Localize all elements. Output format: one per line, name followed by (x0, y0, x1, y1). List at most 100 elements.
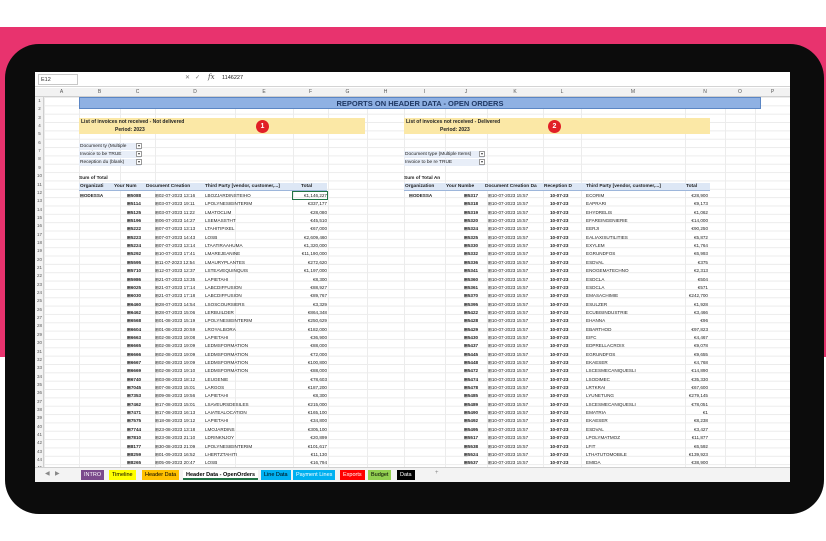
number-cell[interactable]: ⊞5489 (464, 402, 478, 408)
column-header[interactable]: D (155, 89, 235, 95)
row-header[interactable]: 28 (35, 323, 44, 328)
number-cell[interactable]: ⊞5428 (464, 318, 478, 324)
right-header-reception[interactable]: Reception D (544, 184, 572, 189)
number-cell[interactable]: ⊞5360 (464, 277, 478, 283)
row-header[interactable]: 34 (35, 374, 44, 379)
row-header[interactable]: 3 (35, 115, 44, 120)
number-cell[interactable]: ⊞7045 (127, 385, 141, 391)
number-cell[interactable]: ⊞8265 (127, 460, 141, 466)
number-cell[interactable]: ⊞6663 (127, 335, 141, 341)
number-cell[interactable]: ⊞5317 (464, 193, 478, 199)
number-cell[interactable]: ⊞5332 (464, 251, 478, 257)
number-cell[interactable]: ⊞5492 (464, 418, 478, 424)
row-header[interactable]: 42 (35, 440, 44, 445)
number-cell[interactable]: ⊞5710 (127, 268, 141, 274)
number-cell[interactable]: ⊞5595 (127, 260, 141, 266)
number-cell[interactable]: ⊞5448 (464, 360, 478, 366)
sheet-tab[interactable]: Header Data (142, 470, 180, 480)
number-cell[interactable]: ⊞6740 (127, 377, 141, 383)
left-header-org[interactable]: Organizati (80, 184, 103, 189)
number-cell[interactable]: ⊞5319 (464, 210, 478, 216)
next-sheet-icon[interactable]: ▶ (55, 470, 60, 477)
row-header[interactable]: 21 (35, 265, 44, 270)
row-header[interactable]: 37 (35, 399, 44, 404)
number-cell[interactable]: ⊞7744 (127, 427, 141, 433)
filter-dropdown-icon[interactable]: ▾ (136, 159, 142, 165)
column-header[interactable]: B (79, 89, 120, 95)
filter-dropdown-icon[interactable]: ▾ (136, 143, 142, 149)
number-cell[interactable]: ⊞5437 (464, 343, 478, 349)
number-cell[interactable]: ⊞5524 (464, 452, 478, 458)
column-header[interactable]: J (445, 89, 487, 95)
number-cell[interactable]: ⊞5325 (464, 235, 478, 241)
number-cell[interactable]: ⊞5196 (127, 218, 141, 224)
add-sheet-icon[interactable]: + (435, 470, 439, 476)
row-header[interactable]: 14 (35, 207, 44, 212)
number-cell[interactable]: ⊞5125 (127, 210, 141, 216)
number-cell[interactable]: ⊞5292 (127, 251, 141, 257)
number-cell[interactable]: ⊞5336 (464, 260, 478, 266)
right-header-total[interactable]: Total (686, 184, 697, 189)
row-header[interactable]: 6 (35, 140, 44, 145)
row-header[interactable]: 30 (35, 340, 44, 345)
number-cell[interactable]: ⊞6667 (127, 360, 141, 366)
row-header[interactable]: 43 (35, 449, 44, 454)
row-header[interactable]: 36 (35, 390, 44, 395)
number-cell[interactable]: ⊞5478 (464, 385, 478, 391)
number-cell[interactable]: ⊞8259 (127, 452, 141, 458)
number-cell[interactable]: ⊞6460 (127, 302, 141, 308)
row-header[interactable]: 44 (35, 457, 44, 462)
number-cell[interactable]: ⊞6030 (127, 293, 141, 299)
number-cell[interactable]: ⊞5222 (127, 226, 141, 232)
row-header[interactable]: 40 (35, 424, 44, 429)
right-header-party[interactable]: Third Party [vendor, customer,...] (586, 184, 661, 189)
column-header[interactable]: I (404, 89, 445, 95)
row-header[interactable]: 23 (35, 282, 44, 287)
number-cell[interactable]: ⊞5324 (464, 226, 478, 232)
column-header[interactable]: H (367, 89, 404, 95)
number-cell[interactable]: ⊞5422 (464, 310, 478, 316)
number-cell[interactable]: ⊞6666 (127, 352, 141, 358)
cancel-icon[interactable]: ✕ (185, 74, 190, 81)
row-header[interactable]: 20 (35, 257, 44, 262)
sheet-tab[interactable]: Timeline (109, 470, 136, 480)
number-cell[interactable]: ⊞6665 (127, 343, 141, 349)
column-header[interactable]: M (581, 89, 685, 95)
number-cell[interactable]: ⊞5495 (464, 427, 478, 433)
row-header[interactable]: 19 (35, 248, 44, 253)
right-header-date[interactable]: Document Creation Da (485, 184, 537, 189)
name-box[interactable]: E12 (38, 74, 78, 85)
sheet-tab[interactable]: INTRO (81, 470, 105, 480)
number-cell[interactable]: ⊞5537 (464, 460, 478, 466)
column-header[interactable]: E (235, 89, 293, 95)
number-cell[interactable]: ⊞5361 (464, 285, 478, 291)
sheet-tab[interactable]: Line Data (261, 470, 291, 480)
row-header[interactable]: 4 (35, 123, 44, 128)
number-cell[interactable]: ⊞7810 (127, 435, 141, 441)
row-header[interactable]: 39 (35, 415, 44, 420)
row-header[interactable]: 35 (35, 382, 44, 387)
left-header-date[interactable]: Document Creation (146, 184, 190, 189)
number-cell[interactable]: ⊞5538 (464, 444, 478, 450)
row-header[interactable]: 8 (35, 156, 44, 161)
right-header-org[interactable]: Organization (405, 184, 434, 189)
number-cell[interactable]: ⊞7462 (127, 402, 141, 408)
column-header[interactable]: N (685, 89, 725, 95)
number-cell[interactable]: ⊞5320 (464, 218, 478, 224)
number-cell[interactable]: ⊞5114 (127, 201, 141, 207)
prev-sheet-icon[interactable]: ◀ (45, 470, 50, 477)
row-header[interactable]: 17 (35, 232, 44, 237)
number-cell[interactable]: ⊞5341 (464, 268, 478, 274)
column-header[interactable]: P (755, 89, 790, 95)
left-header-total[interactable]: Total (301, 184, 312, 189)
function-icon[interactable]: fx (208, 73, 215, 81)
row-header[interactable]: 38 (35, 407, 44, 412)
row-header[interactable]: 29 (35, 332, 44, 337)
number-cell[interactable]: ⊞5474 (464, 377, 478, 383)
number-cell[interactable]: ⊞6568 (127, 318, 141, 324)
sheet-tab[interactable]: Exports (340, 470, 365, 480)
row-header[interactable]: 9 (35, 165, 44, 170)
row-header[interactable]: 33 (35, 365, 44, 370)
sheet-tab[interactable]: Budget (368, 470, 392, 480)
left-header-party[interactable]: Third Party [vendor, customer,...] (205, 184, 280, 189)
